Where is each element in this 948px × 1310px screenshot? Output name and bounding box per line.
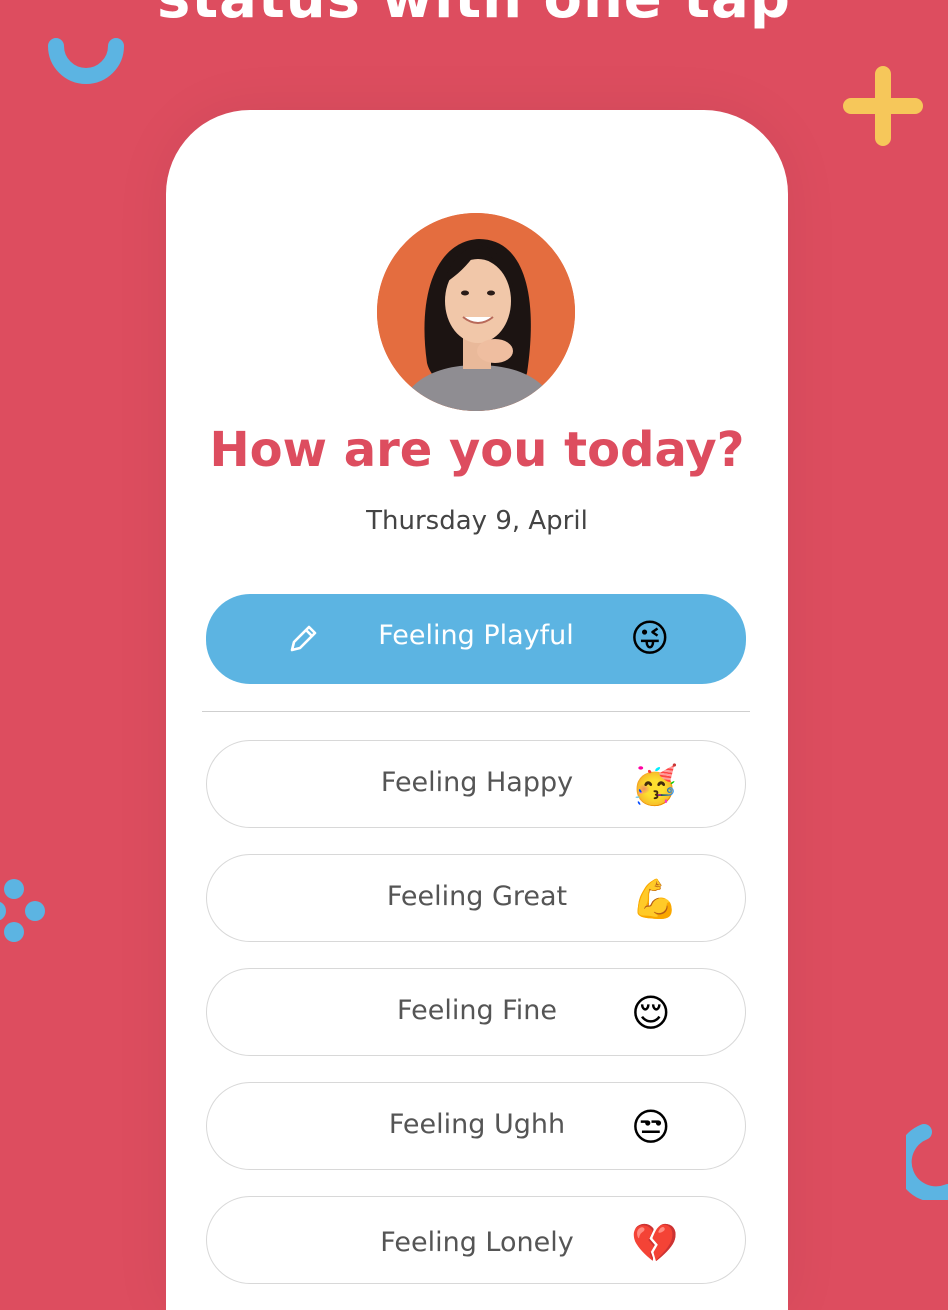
dots-decoration-icon <box>0 879 45 942</box>
status-option-ughh[interactable]: Feeling Ughh 😒 <box>206 1082 746 1170</box>
ring-decoration-icon <box>48 38 124 84</box>
broken-heart-emoji-icon: 💔 <box>631 1221 679 1265</box>
winking-tongue-emoji-icon: 😜 <box>630 616 670 660</box>
party-face-emoji-icon: 🥳 <box>631 763 679 807</box>
relieved-face-emoji-icon: 😌 <box>631 991 671 1035</box>
ring-decoration-icon <box>906 1124 948 1200</box>
status-option-selected[interactable]: Feeling Playful 😜 <box>206 594 746 684</box>
status-option-lonely[interactable]: Feeling Lonely 💔 <box>206 1196 746 1284</box>
page-title: How are you today? <box>209 422 745 478</box>
avatar <box>377 213 575 411</box>
flexed-bicep-emoji-icon: 💪 <box>631 877 679 921</box>
phone-card: How are you today? Thursday 9, April Fee… <box>166 110 788 1310</box>
unamused-face-emoji-icon: 😒 <box>631 1105 671 1149</box>
headline: status with one tap <box>0 0 948 31</box>
plus-decoration-icon <box>843 66 923 146</box>
status-option-happy[interactable]: Feeling Happy 🥳 <box>206 740 746 828</box>
status-option-great[interactable]: Feeling Great 💪 <box>206 854 746 942</box>
status-option-fine[interactable]: Feeling Fine 😌 <box>206 968 746 1056</box>
date-label: Thursday 9, April <box>366 506 588 536</box>
profile-photo-icon <box>377 213 575 411</box>
divider <box>202 711 750 712</box>
